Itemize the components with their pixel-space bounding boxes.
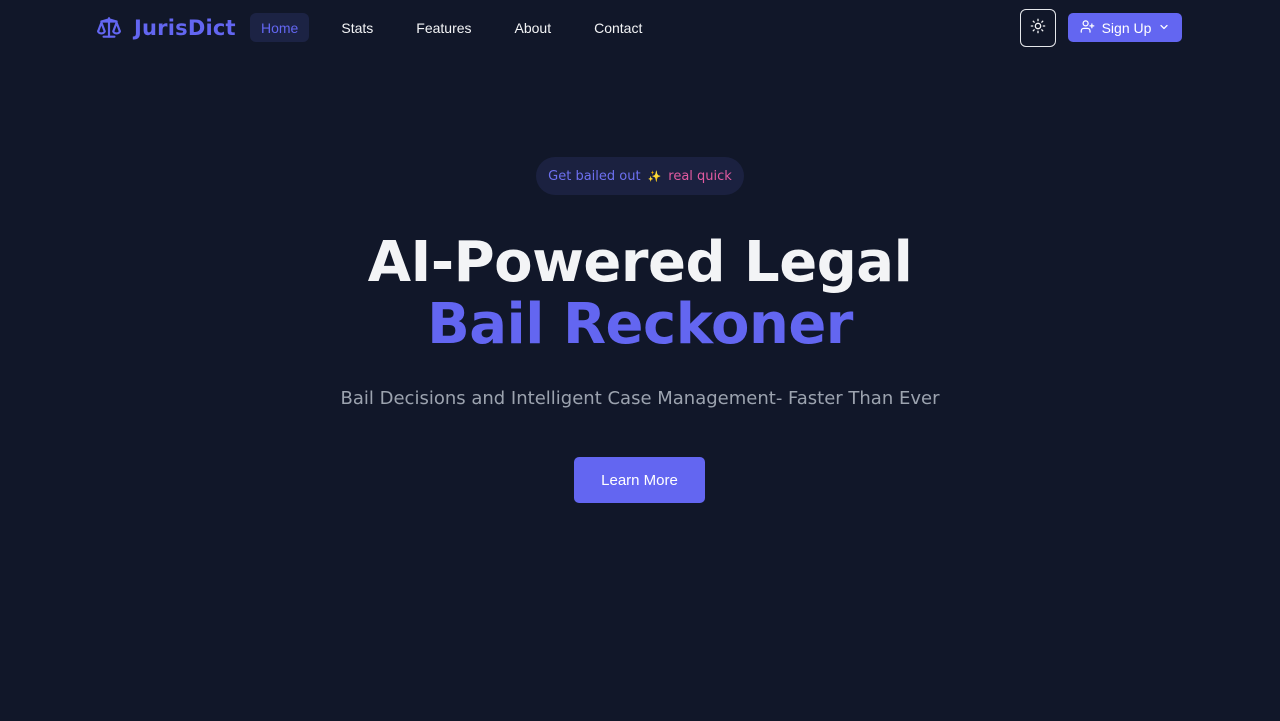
hero-subtitle: Bail Decisions and Intelligent Case Mana… xyxy=(340,388,940,409)
main-nav: Home Stats Features About Contact xyxy=(250,13,653,42)
learn-more-button[interactable]: Learn More xyxy=(574,457,705,503)
nav-about[interactable]: About xyxy=(504,13,563,42)
nav-features[interactable]: Features xyxy=(405,13,482,42)
brand-name: JurisDict xyxy=(134,16,236,40)
theme-toggle-button[interactable] xyxy=(1020,9,1056,47)
navbar: JurisDict Home Stats Features About Cont… xyxy=(0,0,1280,56)
user-plus-icon xyxy=(1080,19,1095,37)
signup-label: Sign Up xyxy=(1101,19,1152,36)
headline-line-2: Bail Reckoner xyxy=(427,292,853,357)
headline-line-1: AI-Powered Legal xyxy=(367,230,913,295)
nav-home[interactable]: Home xyxy=(250,13,310,42)
nav-stats[interactable]: Stats xyxy=(330,13,384,42)
badge-text-highlight: real quick xyxy=(668,168,732,184)
sparkle-icon: ✨ xyxy=(647,169,662,183)
scale-icon xyxy=(96,15,122,41)
chevron-down-icon xyxy=(1158,20,1170,36)
badge-text-primary: Get bailed out xyxy=(548,168,641,184)
sun-icon xyxy=(1030,18,1046,39)
hero-headline: AI-Powered Legal Bail Reckoner xyxy=(0,232,1280,356)
brand-logo[interactable]: JurisDict xyxy=(96,12,236,44)
nav-contact[interactable]: Contact xyxy=(583,13,653,42)
signup-button[interactable]: Sign Up xyxy=(1068,13,1182,42)
tagline-badge: Get bailed out ✨ real quick xyxy=(536,157,744,195)
